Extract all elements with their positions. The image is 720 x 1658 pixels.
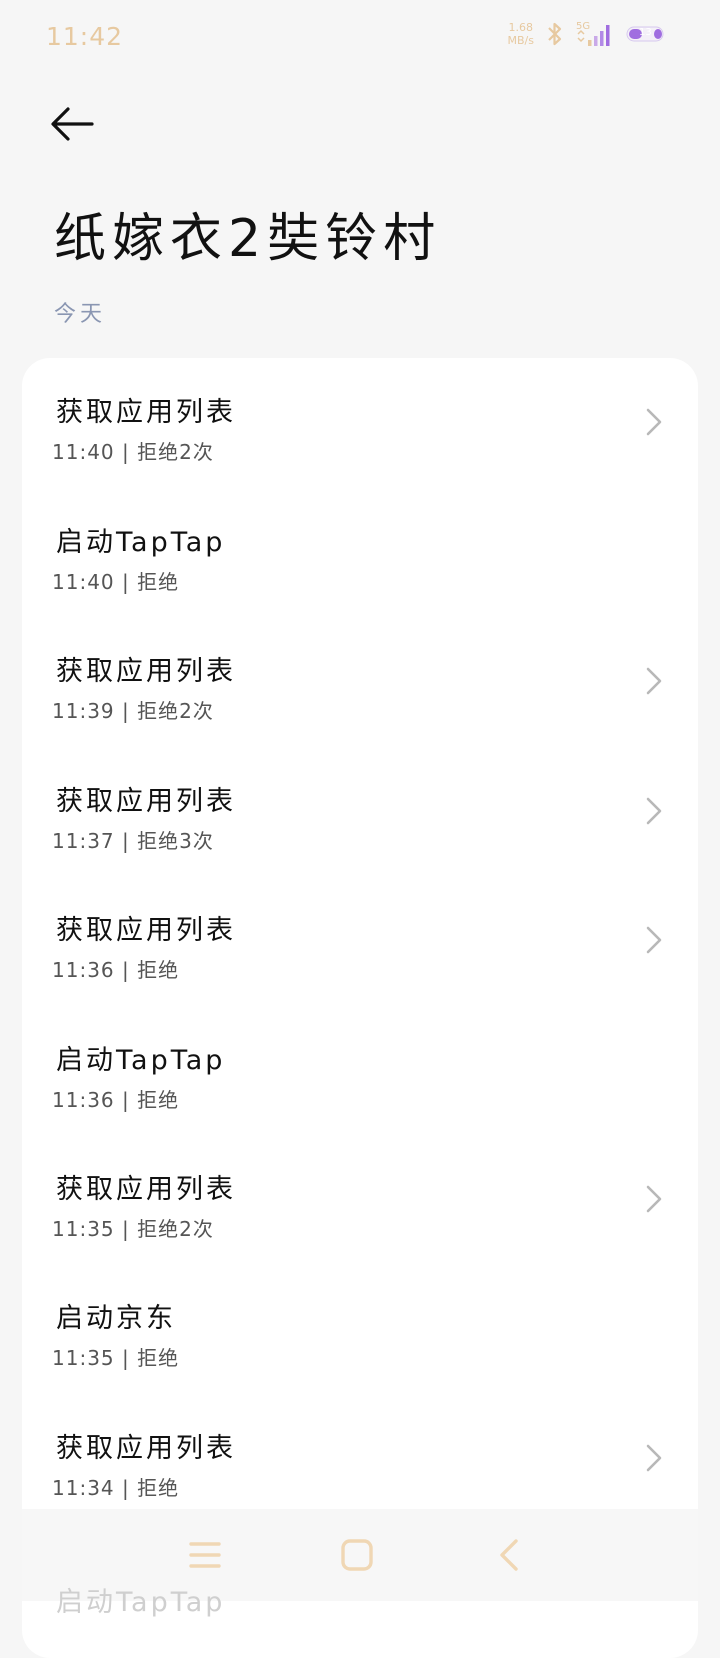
record-item[interactable]: 启动京东 11:35 | 拒绝	[22, 1264, 698, 1396]
record-item[interactable]: 获取应用列表 11:35 | 拒绝2次	[22, 1135, 698, 1267]
record-separator: |	[122, 1217, 130, 1241]
record-status: 拒绝	[137, 1476, 180, 1500]
chevron-right-icon	[646, 408, 662, 436]
back-button[interactable]	[48, 100, 96, 148]
record-time: 11:35	[52, 1217, 115, 1241]
page-title: 纸嫁衣2奘铃村	[54, 209, 442, 269]
record-title: 获取应用列表	[56, 656, 236, 687]
network-speed-unit: MB/s	[507, 34, 534, 47]
record-item[interactable]: 启动TapTap 11:36 | 拒绝	[22, 1006, 698, 1138]
record-title: 获取应用列表	[56, 915, 236, 946]
record-item[interactable]: 获取应用列表 11:40 | 拒绝2次	[22, 358, 698, 490]
record-status: 拒绝	[137, 1088, 180, 1112]
record-separator: |	[122, 570, 130, 594]
status-bar: 11:42 1.68 MB/s 5G 13	[0, 0, 720, 76]
recent-apps-button[interactable]	[183, 1533, 227, 1577]
record-time: 11:35	[52, 1346, 115, 1370]
record-time: 11:36	[52, 958, 115, 982]
record-title: 启动TapTap	[56, 527, 226, 558]
record-status: 拒绝3次	[137, 829, 214, 853]
record-separator: |	[122, 1346, 130, 1370]
chevron-right-icon	[646, 1444, 662, 1472]
record-status: 拒绝	[137, 1346, 180, 1370]
record-meta: 11:36 | 拒绝	[52, 954, 179, 983]
permission-records-card: 获取应用列表 11:40 | 拒绝2次 启动TapTap 11:40 | 拒绝 …	[22, 358, 698, 1658]
back-chevron-icon	[500, 1539, 518, 1571]
record-time: 11:40	[52, 570, 115, 594]
record-title: 启动京东	[56, 1303, 176, 1334]
record-separator: |	[122, 699, 130, 723]
record-item[interactable]: 获取应用列表 11:34 | 拒绝	[22, 1394, 698, 1526]
record-meta: 11:35 | 拒绝2次	[52, 1213, 214, 1242]
partial-record-title: 启动TapTap	[56, 1587, 226, 1618]
record-status: 拒绝	[137, 570, 180, 594]
record-time: 11:40	[52, 440, 115, 464]
record-separator: |	[122, 440, 130, 464]
record-separator: |	[122, 958, 130, 982]
record-title: 获取应用列表	[56, 1174, 236, 1205]
network-type-label: 5G	[576, 21, 590, 32]
record-status: 拒绝2次	[137, 440, 214, 464]
section-date-label: 今天	[54, 302, 107, 327]
battery-level: 13	[639, 27, 652, 38]
record-status: 拒绝2次	[137, 1217, 214, 1241]
status-time: 11:42	[46, 22, 124, 51]
network-speed-value: 1.68	[508, 21, 534, 34]
record-meta: 11:40 | 拒绝	[52, 566, 179, 595]
record-item[interactable]: 获取应用列表 11:37 | 拒绝3次	[22, 747, 698, 879]
record-time: 11:39	[52, 699, 115, 723]
battery-icon: 13	[626, 25, 668, 43]
status-icons: 1.68 MB/s 5G 13	[508, 20, 668, 48]
record-title: 启动TapTap	[56, 1045, 226, 1076]
record-separator: |	[122, 829, 130, 853]
cellular-signal-icon: 5G	[576, 20, 616, 48]
record-meta: 11:40 | 拒绝2次	[52, 436, 214, 465]
record-item[interactable]: 启动TapTap 11:40 | 拒绝	[22, 488, 698, 620]
record-item[interactable]: 获取应用列表 11:39 | 拒绝2次	[22, 617, 698, 749]
record-meta: 11:34 | 拒绝	[52, 1472, 179, 1501]
record-status: 拒绝2次	[137, 699, 214, 723]
chevron-right-icon	[646, 667, 662, 695]
record-title: 获取应用列表	[56, 397, 236, 428]
menu-icon	[189, 1542, 221, 1568]
record-time: 11:34	[52, 1476, 115, 1500]
home-square-icon	[341, 1539, 373, 1571]
record-meta: 11:39 | 拒绝2次	[52, 695, 214, 724]
record-separator: |	[122, 1088, 130, 1112]
record-item[interactable]: 获取应用列表 11:36 | 拒绝	[22, 876, 698, 1008]
system-back-button[interactable]	[488, 1533, 532, 1577]
arrow-left-icon	[51, 107, 94, 141]
record-title: 获取应用列表	[56, 1433, 236, 1464]
record-meta: 11:36 | 拒绝	[52, 1084, 179, 1113]
network-speed: 1.68 MB/s	[508, 21, 534, 47]
record-status: 拒绝	[137, 958, 180, 982]
bluetooth-icon	[544, 21, 566, 47]
record-time: 11:36	[52, 1088, 115, 1112]
record-meta: 11:37 | 拒绝3次	[52, 825, 214, 854]
record-meta: 11:35 | 拒绝	[52, 1342, 179, 1371]
chevron-right-icon	[646, 926, 662, 954]
record-title: 获取应用列表	[56, 786, 236, 817]
record-time: 11:37	[52, 829, 115, 853]
chevron-right-icon	[646, 1185, 662, 1213]
home-button[interactable]	[335, 1533, 379, 1577]
chevron-right-icon	[646, 797, 662, 825]
record-separator: |	[122, 1476, 130, 1500]
